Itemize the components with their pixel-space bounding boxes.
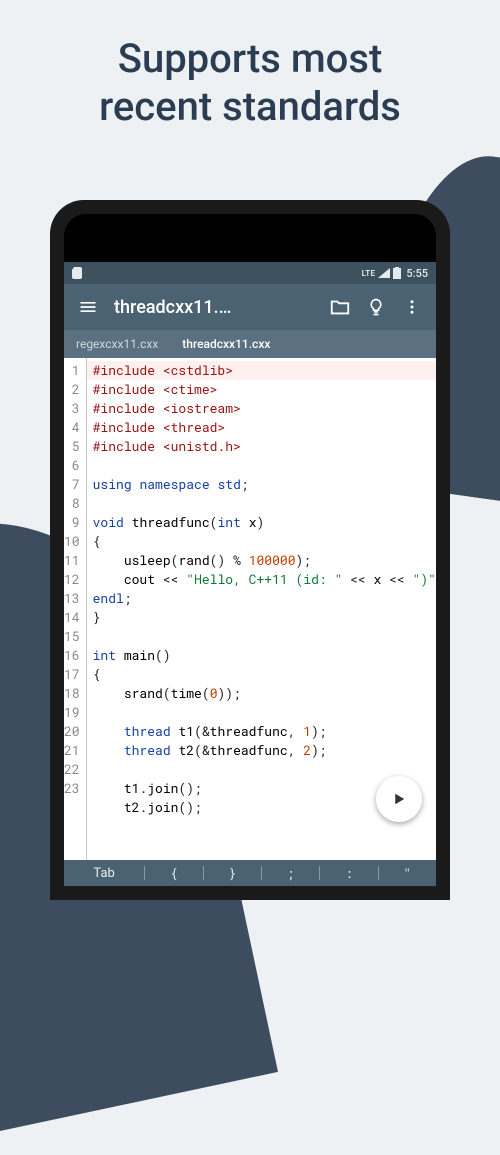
line-number-gutter: 1234567891011121314151617181920212223	[64, 358, 87, 860]
toolbar-title: threadcxx11.…	[106, 297, 322, 318]
key-quote[interactable]: "	[379, 864, 436, 882]
network-lte-label: LTE	[362, 269, 376, 278]
device-bezel: LTE 5:55 threadcxx11.…	[64, 214, 436, 886]
tab-label: regexcxx11.cxx	[76, 337, 158, 351]
play-icon	[390, 790, 408, 808]
signal-icon	[378, 268, 390, 278]
file-tabstrip: regexcxx11.cxx threadcxx11.cxx	[64, 330, 436, 358]
key-colon[interactable]: :	[320, 864, 377, 882]
device-frame: LTE 5:55 threadcxx11.…	[50, 200, 450, 900]
key-tab[interactable]: Tab	[64, 866, 144, 881]
status-clock: 5:55	[406, 267, 428, 280]
app-toolbar: threadcxx11.…	[64, 284, 436, 330]
open-folder-button[interactable]	[322, 289, 358, 325]
tab-threadcxx11[interactable]: threadcxx11.cxx	[170, 330, 282, 358]
promo-headline: Supports most recent standards	[0, 35, 500, 131]
sd-card-icon	[72, 267, 82, 279]
key-brace-open[interactable]: {	[145, 864, 202, 882]
battery-icon	[393, 267, 401, 279]
tab-regexcxx11[interactable]: regexcxx11.cxx	[64, 330, 170, 358]
menu-button[interactable]	[70, 289, 106, 325]
key-brace-close[interactable]: }	[204, 864, 261, 882]
bulb-icon	[366, 297, 386, 317]
status-bar: LTE 5:55	[64, 262, 436, 284]
code-editor[interactable]: 1234567891011121314151617181920212223 #i…	[64, 358, 436, 860]
dots-vertical-icon	[403, 298, 421, 316]
tab-label: threadcxx11.cxx	[182, 337, 270, 351]
device-screen: LTE 5:55 threadcxx11.…	[64, 262, 436, 886]
key-semicolon[interactable]: ;	[262, 864, 319, 882]
symbol-bar: Tab { } ; : "	[64, 860, 436, 886]
hint-button[interactable]	[358, 289, 394, 325]
run-button[interactable]	[376, 776, 422, 822]
folder-icon	[329, 296, 351, 318]
hamburger-icon	[78, 297, 98, 317]
overflow-button[interactable]	[394, 289, 430, 325]
